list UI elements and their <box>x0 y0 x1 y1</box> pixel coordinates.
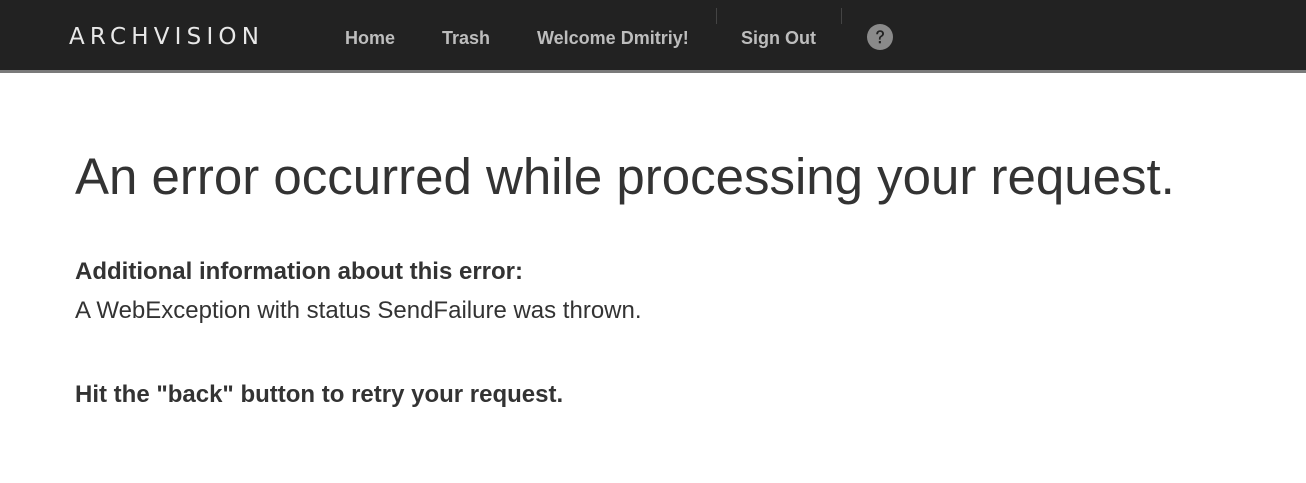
retry-instruction: Hit the "back" button to retry your requ… <box>75 381 564 408</box>
additional-info-text: A WebException with status SendFailure w… <box>75 297 642 324</box>
nav-sign-out-link[interactable]: Sign Out <box>741 27 816 49</box>
archvision-logo[interactable]: ARCHVISION <box>69 23 264 51</box>
additional-info-heading: Additional information about this error: <box>75 258 523 285</box>
nav-home-link[interactable]: Home <box>345 27 395 49</box>
nav-trash-link[interactable]: Trash <box>442 27 490 49</box>
nav-divider <box>716 8 717 24</box>
top-navbar: ARCHVISION Home Trash Welcome Dmitriy! S… <box>0 0 1306 73</box>
error-title: An error occurred while processing your … <box>75 148 1175 205</box>
nav-welcome-user-link[interactable]: Welcome Dmitriy! <box>537 27 689 49</box>
nav-divider <box>841 8 842 24</box>
question-circle-icon[interactable] <box>867 24 893 50</box>
